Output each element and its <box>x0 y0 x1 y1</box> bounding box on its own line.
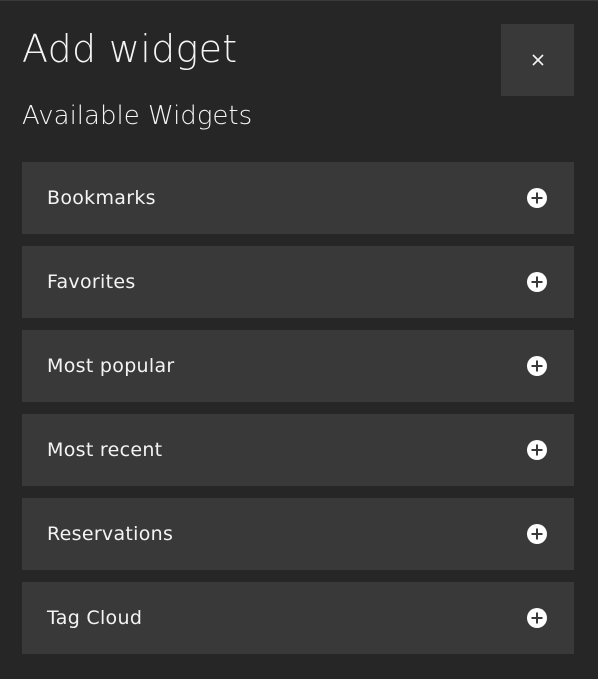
add-circle-icon[interactable] <box>526 607 548 629</box>
widget-item-reservations[interactable]: Reservations <box>22 498 574 570</box>
widget-item-tag-cloud[interactable]: Tag Cloud <box>22 582 574 654</box>
add-circle-icon[interactable] <box>526 523 548 545</box>
widget-list: Bookmarks Favorites Most popular Most re… <box>22 162 574 666</box>
add-circle-icon[interactable] <box>526 271 548 293</box>
dialog-title: Add widget <box>22 27 238 71</box>
add-circle-icon[interactable] <box>526 187 548 209</box>
widget-label: Favorites <box>47 271 136 293</box>
widget-item-most-popular[interactable]: Most popular <box>22 330 574 402</box>
widget-item-bookmarks[interactable]: Bookmarks <box>22 162 574 234</box>
widget-label: Most recent <box>47 439 163 461</box>
widget-label: Most popular <box>47 355 175 377</box>
close-icon <box>531 54 544 66</box>
widget-label: Reservations <box>47 523 174 545</box>
widget-item-most-recent[interactable]: Most recent <box>22 414 574 486</box>
add-circle-icon[interactable] <box>526 355 548 377</box>
widget-label: Bookmarks <box>47 187 156 209</box>
close-button[interactable] <box>501 24 574 96</box>
widget-item-favorites[interactable]: Favorites <box>22 246 574 318</box>
add-circle-icon[interactable] <box>526 439 548 461</box>
section-heading: Available Widgets <box>22 101 253 131</box>
widget-label: Tag Cloud <box>47 607 143 629</box>
